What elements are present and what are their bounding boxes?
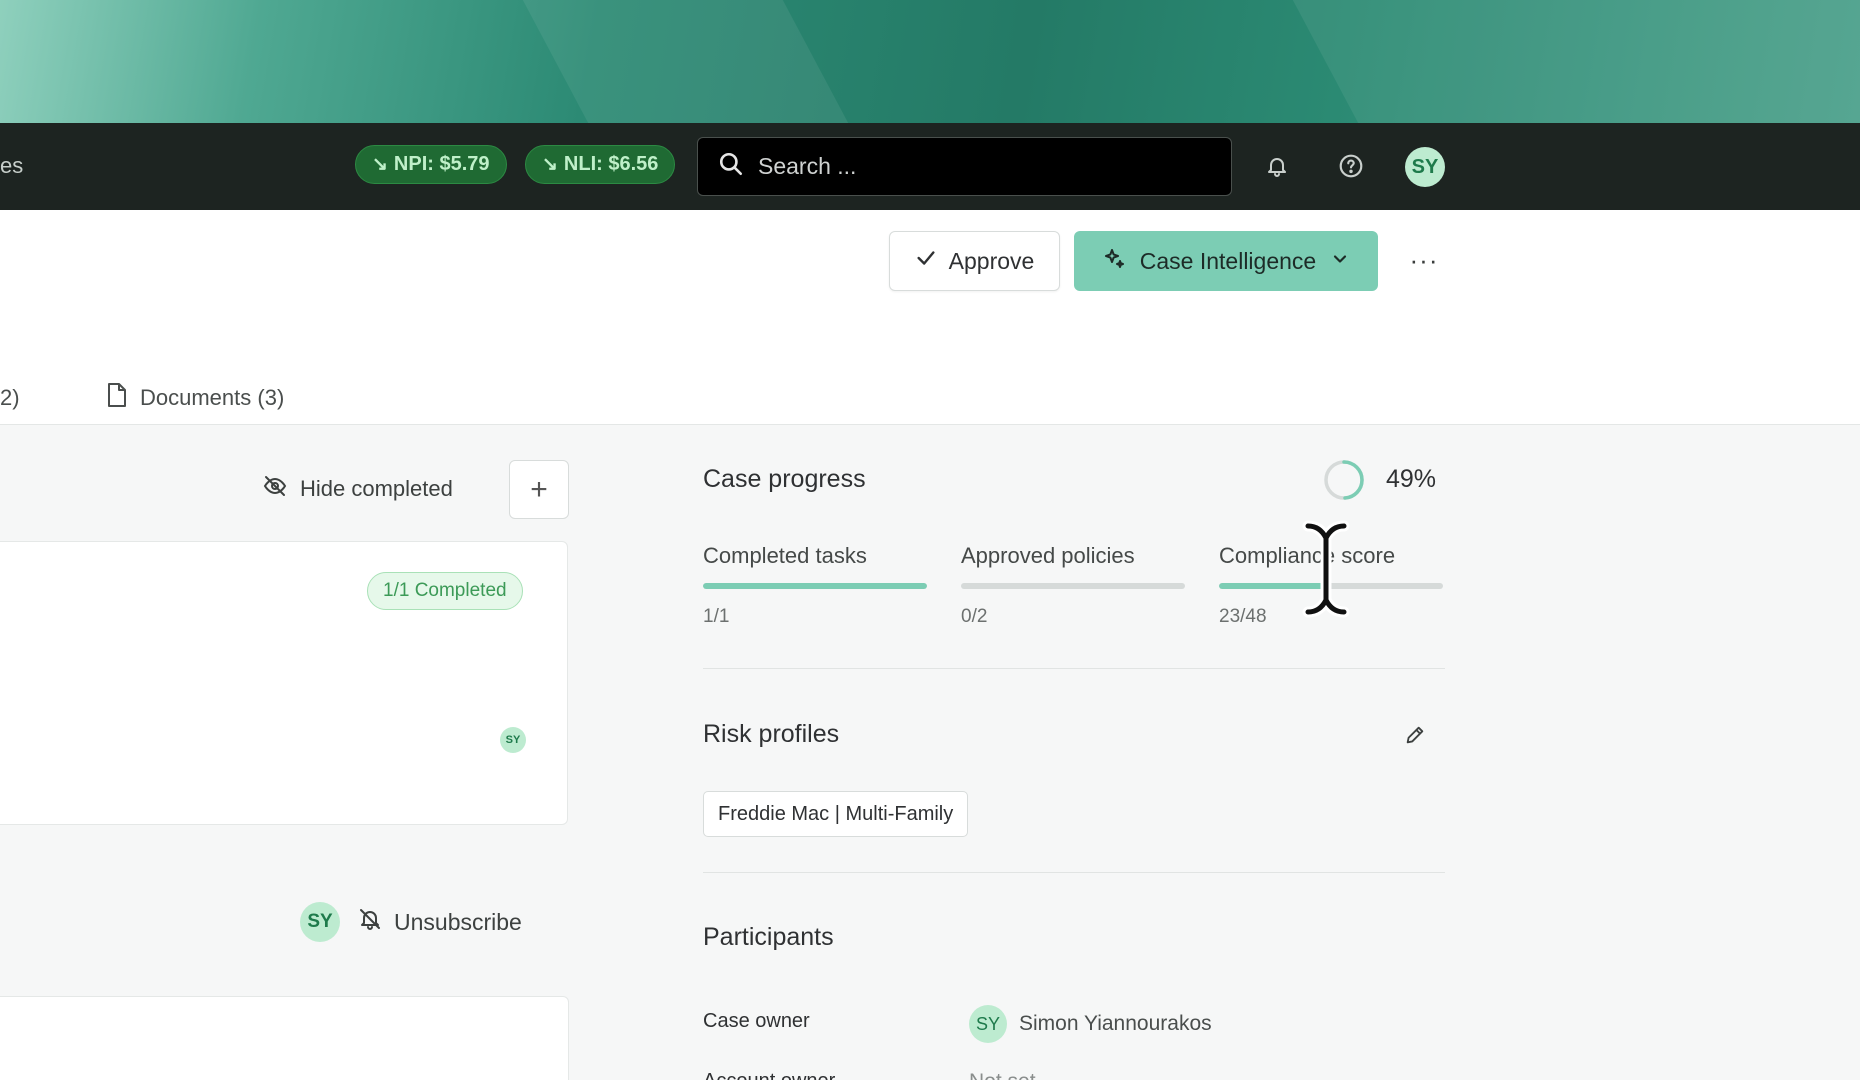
case-progress-title: Case progress xyxy=(703,465,866,493)
banner-decoration xyxy=(1287,0,1860,123)
metric-label: Completed tasks xyxy=(703,543,867,568)
task-card[interactable]: 1/1 Completed SY xyxy=(0,541,568,825)
nli-rate-label: NLI: $6.56 xyxy=(563,153,659,175)
bell-off-icon xyxy=(358,906,382,938)
npi-rate-badge[interactable]: ↘ NPI: $5.79 xyxy=(355,145,507,184)
subscription-row: SY Unsubscribe xyxy=(300,902,522,942)
help-icon[interactable] xyxy=(1336,151,1366,181)
comment-card[interactable] xyxy=(0,996,569,1080)
risk-profiles-title: Risk profiles xyxy=(703,720,840,748)
more-options-button[interactable]: ··· xyxy=(1402,240,1446,280)
approve-button[interactable]: Approve xyxy=(889,231,1060,291)
bell-icon[interactable] xyxy=(1262,151,1292,181)
divider xyxy=(703,668,1445,669)
add-task-button[interactable]: + xyxy=(509,460,569,519)
nav-item-partial[interactable]: es xyxy=(0,153,23,179)
metric-value: 1/1 xyxy=(703,606,730,627)
user-avatar[interactable]: SY xyxy=(1405,147,1445,187)
progress-ring xyxy=(1324,460,1364,500)
document-icon xyxy=(106,382,128,414)
divider xyxy=(703,872,1445,873)
hide-completed-label: Hide completed xyxy=(300,476,453,501)
metric-bar xyxy=(961,583,1185,589)
case-intelligence-button[interactable]: Case Intelligence xyxy=(1074,231,1378,291)
account-owner-value[interactable]: Not set xyxy=(969,1070,1036,1080)
metric-fill xyxy=(703,583,927,589)
account-owner-label: Account owner xyxy=(703,1070,835,1080)
eye-off-icon xyxy=(262,474,288,504)
metric-value: 0/2 xyxy=(961,606,988,627)
check-icon xyxy=(915,247,937,275)
avatar: SY xyxy=(969,1005,1007,1043)
chevron-down-icon xyxy=(1330,248,1350,275)
approve-label: Approve xyxy=(948,247,1035,274)
trend-down-icon: ↘ xyxy=(542,154,558,175)
tab-documents[interactable]: Documents (3) xyxy=(106,382,284,414)
metric-label: Approved policies xyxy=(961,543,1135,568)
npi-rate-label: NPI: $5.79 xyxy=(393,153,490,175)
search-bar[interactable] xyxy=(697,137,1232,196)
header-banner xyxy=(0,0,1860,123)
pencil-icon[interactable] xyxy=(1400,720,1430,750)
metric-bar xyxy=(703,583,927,589)
status-badge: 1/1 Completed xyxy=(367,572,523,610)
sparkle-icon xyxy=(1102,246,1126,276)
top-navigation: es ↘ NPI: $5.79 ↘ NLI: $6.56 SY xyxy=(0,123,1860,210)
metric-approved-policies: Approved policies 0/2 xyxy=(961,543,1185,628)
risk-profile-chip[interactable]: Freddie Mac | Multi-Family xyxy=(703,791,969,837)
tab-documents-label: Documents (3) xyxy=(140,385,285,410)
nli-rate-badge[interactable]: ↘ NLI: $6.56 xyxy=(525,145,676,184)
metric-completed-tasks: Completed tasks 1/1 xyxy=(703,543,927,628)
case-owner[interactable]: SY Simon Yiannourakos xyxy=(969,1005,1212,1043)
participants-title: Participants xyxy=(703,923,834,951)
trend-down-icon: ↘ xyxy=(372,154,388,175)
banner-decoration xyxy=(517,0,863,123)
unsubscribe-button[interactable]: Unsubscribe xyxy=(358,906,522,938)
unsubscribe-label: Unsubscribe xyxy=(394,908,522,935)
subscriber-avatar: SY xyxy=(300,902,340,942)
hide-completed-toggle[interactable]: Hide completed xyxy=(262,474,453,504)
avatar: SY xyxy=(500,727,526,753)
case-owner-name: Simon Yiannourakos xyxy=(1019,1012,1212,1035)
progress-percent: 49% xyxy=(1386,465,1437,493)
case-header: Approve Case Intelligence ··· 2) Documen… xyxy=(0,210,1860,425)
case-owner-label: Case owner xyxy=(703,1010,810,1032)
text-cursor-icon xyxy=(1302,520,1350,618)
case-intelligence-label: Case Intelligence xyxy=(1139,247,1317,274)
tab-partial[interactable]: 2) xyxy=(0,385,20,411)
search-icon xyxy=(718,151,744,182)
search-input[interactable] xyxy=(758,153,1198,180)
